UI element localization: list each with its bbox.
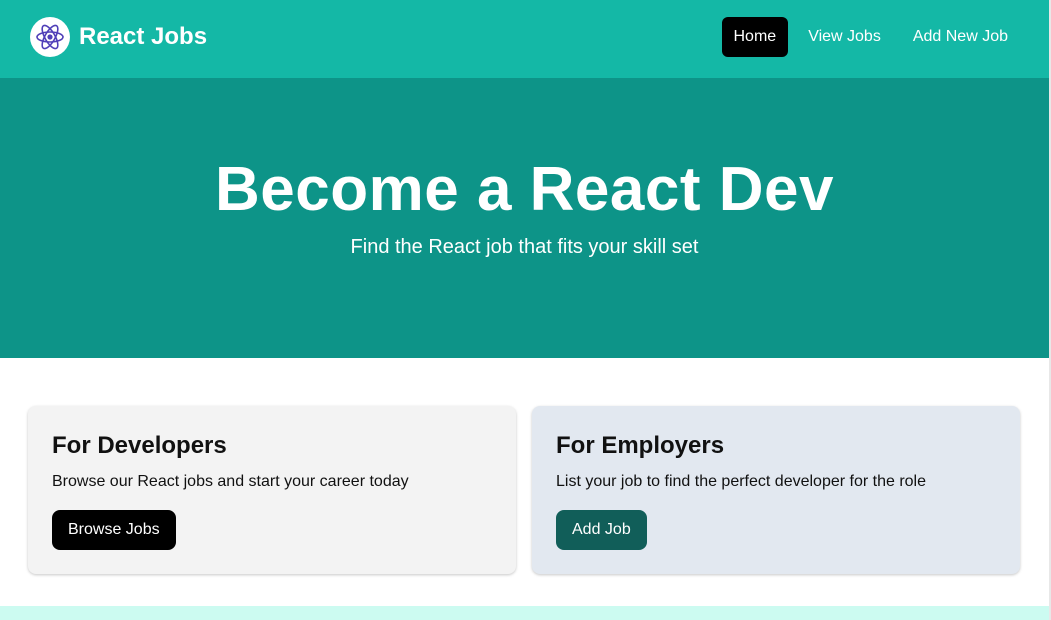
brand-name: React Jobs <box>79 23 208 50</box>
brand-link[interactable]: React Jobs <box>30 17 207 57</box>
job-listings-section-edge <box>0 606 1049 620</box>
employers-card: For Employers List your job to find the … <box>532 406 1020 574</box>
hero-subtitle: Find the React job that fits your skill … <box>350 236 699 258</box>
cards-section: For Developers Browse our React jobs and… <box>28 406 1020 574</box>
employers-card-title: For Employers <box>556 432 725 459</box>
developers-card-text: Browse our React jobs and start your car… <box>52 473 409 490</box>
hero-section: Become a React Dev Find the React job th… <box>0 78 1049 358</box>
nav-links: Home View Jobs Add New Job <box>714 17 1021 57</box>
hero-title: Become a React Dev <box>215 155 834 224</box>
add-job-button[interactable]: Add Job <box>556 510 647 550</box>
employers-card-text: List your job to find the perfect develo… <box>556 473 926 490</box>
nav-link-add-new-job[interactable]: Add New Job <box>901 17 1020 57</box>
browse-jobs-button[interactable]: Browse Jobs <box>52 510 176 550</box>
developers-card-title: For Developers <box>52 432 227 459</box>
react-atom-icon <box>30 17 70 57</box>
navbar: React Jobs Home View Jobs Add New Job <box>0 0 1049 78</box>
nav-link-view-jobs[interactable]: View Jobs <box>796 17 893 57</box>
developers-card: For Developers Browse our React jobs and… <box>28 406 516 574</box>
nav-link-home[interactable]: Home <box>721 17 789 57</box>
